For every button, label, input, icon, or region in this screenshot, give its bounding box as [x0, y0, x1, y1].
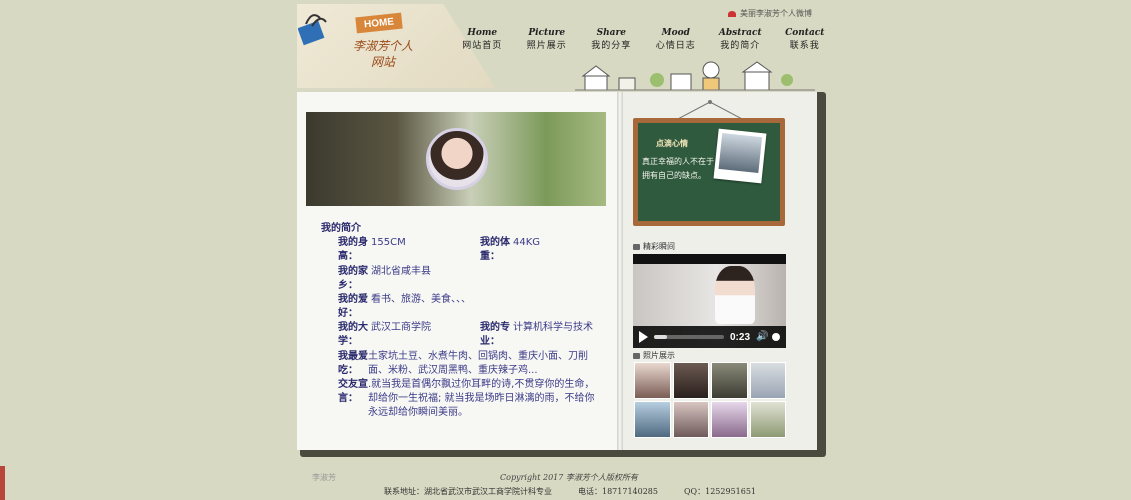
video-section-title: 精彩瞬间	[643, 242, 675, 251]
gallery-thumb[interactable]	[672, 362, 709, 399]
intro-value: .就当我是首偶尔飘过你耳畔的诗,不贯穿你的生命，却给你一生祝福; 就当我是场昨日…	[368, 379, 595, 418]
nav-label-en: Home	[467, 28, 498, 38]
nav-label-cn: 我的简介	[720, 41, 761, 51]
favorite-weibo-link[interactable]: 美丽李淑芳个人微博	[728, 8, 812, 19]
video-scrubber[interactable]	[654, 335, 724, 339]
intro-value: 土家坑土豆、水煮牛肉、回锅肉、重庆小面、刀削面、米粉、武汉周黑鸭、重庆辣子鸡..…	[368, 351, 588, 376]
fullscreen-icon[interactable]	[772, 333, 780, 341]
photo-gallery	[634, 362, 786, 438]
intro-value: 计算机科学与技术	[513, 322, 593, 333]
video-player[interactable]: 0:23 🔊	[633, 254, 786, 348]
nav-label-en: Mood	[661, 28, 690, 38]
town-illustration	[575, 61, 815, 91]
intro-value: 155CM	[371, 237, 406, 248]
nav-label-cn: 心情日志	[655, 41, 696, 51]
footer-contact: 联系地址：湖北省武汉市武汉工商学院计科专业 电话：18717140285 QQ：…	[384, 486, 756, 497]
gallery-section-label: 照片展示	[633, 350, 675, 361]
footer-address: 联系地址：湖北省武汉市武汉工商学院计科专业	[384, 487, 552, 496]
nav-label-cn: 照片展示	[526, 41, 567, 51]
intro-label: 我最爱吃：	[338, 351, 368, 376]
nav-item-abstract[interactable]: Abstract 我的简介	[708, 28, 773, 51]
chalkboard-title: 点滴心情	[656, 138, 688, 148]
main-nav: Home 网站首页 Picture 照片展示 Share 我的分享 Mood 心…	[450, 28, 837, 51]
nav-label-en: Picture	[528, 28, 566, 38]
nav-label-en: Contact	[785, 28, 825, 38]
avatar	[426, 128, 488, 190]
nav-label-en: Abstract	[718, 28, 762, 38]
gallery-thumb[interactable]	[711, 362, 748, 399]
intro-label: 我的体重：	[480, 237, 510, 262]
intro-title: 我的简介	[321, 223, 361, 234]
binder-clip-icon	[298, 14, 327, 46]
intro-value: 武汉工商学院	[371, 322, 431, 333]
nav-label-en: Share	[596, 28, 626, 38]
camera-icon	[633, 352, 640, 359]
footer-qq: QQ：1252951651	[684, 487, 757, 496]
intro-label: 我的爱好：	[338, 294, 368, 319]
nav-label-cn: 我的分享	[591, 41, 632, 51]
nav-item-contact[interactable]: Contact 联系我	[773, 28, 838, 51]
video-section-label: 精彩瞬间	[633, 241, 675, 252]
gallery-thumb[interactable]	[634, 401, 671, 438]
volume-icon[interactable]: 🔊	[756, 332, 768, 342]
gallery-thumb[interactable]	[749, 362, 786, 399]
intro-value: 湖北省咸丰县	[371, 266, 431, 277]
pinned-photo	[713, 128, 767, 184]
video-controls: 0:23 🔊	[633, 326, 786, 348]
video-top-bar	[633, 254, 786, 264]
chalkboard-text: 真正幸福的人不在于拥有自己的缺点。	[642, 157, 714, 180]
heart-icon	[728, 10, 736, 17]
intro-value: 44KG	[513, 237, 541, 248]
gallery-section-title: 照片展示	[643, 351, 675, 360]
favorite-weibo-text: 美丽李淑芳个人微博	[740, 9, 812, 18]
pinned-photo-image	[718, 133, 763, 174]
intro-label: 交友宣言：	[338, 379, 368, 404]
video-time: 0:23	[729, 331, 750, 343]
intro-label: 我的家乡：	[338, 266, 368, 291]
nav-item-picture[interactable]: Picture 照片展示	[515, 28, 580, 51]
site-title: 李淑芳个人网站	[352, 39, 413, 69]
intro-label: 我的身高：	[338, 237, 368, 262]
play-icon[interactable]	[639, 331, 648, 343]
notebook-spine	[617, 92, 623, 450]
gallery-thumb[interactable]	[634, 362, 671, 399]
footer-phone: 电话：18717140285	[578, 487, 658, 496]
nav-label-cn: 联系我	[789, 41, 820, 51]
left-accent-strip	[0, 466, 5, 500]
footer-logo: 李淑芳	[312, 473, 336, 482]
board-hanger	[675, 100, 745, 120]
nav-item-home[interactable]: Home 网站首页	[450, 28, 515, 51]
nav-item-share[interactable]: Share 我的分享	[579, 28, 644, 51]
intro-value: 看书、旅游、美食、、、	[371, 294, 471, 305]
footer-copyright: Copyright 2017 李淑芳个人版权所有	[500, 473, 638, 482]
video-thumbnail	[715, 266, 755, 324]
gallery-thumb[interactable]	[672, 401, 709, 438]
intro-label: 我的专业：	[480, 322, 510, 347]
video-scrubber-fill	[654, 335, 667, 339]
nav-label-cn: 网站首页	[462, 41, 503, 51]
intro-label: 我的大学：	[338, 322, 368, 347]
gallery-thumb[interactable]	[711, 401, 748, 438]
nav-item-mood[interactable]: Mood 心情日志	[644, 28, 709, 51]
camera-icon	[633, 243, 640, 250]
gallery-thumb[interactable]	[749, 401, 786, 438]
